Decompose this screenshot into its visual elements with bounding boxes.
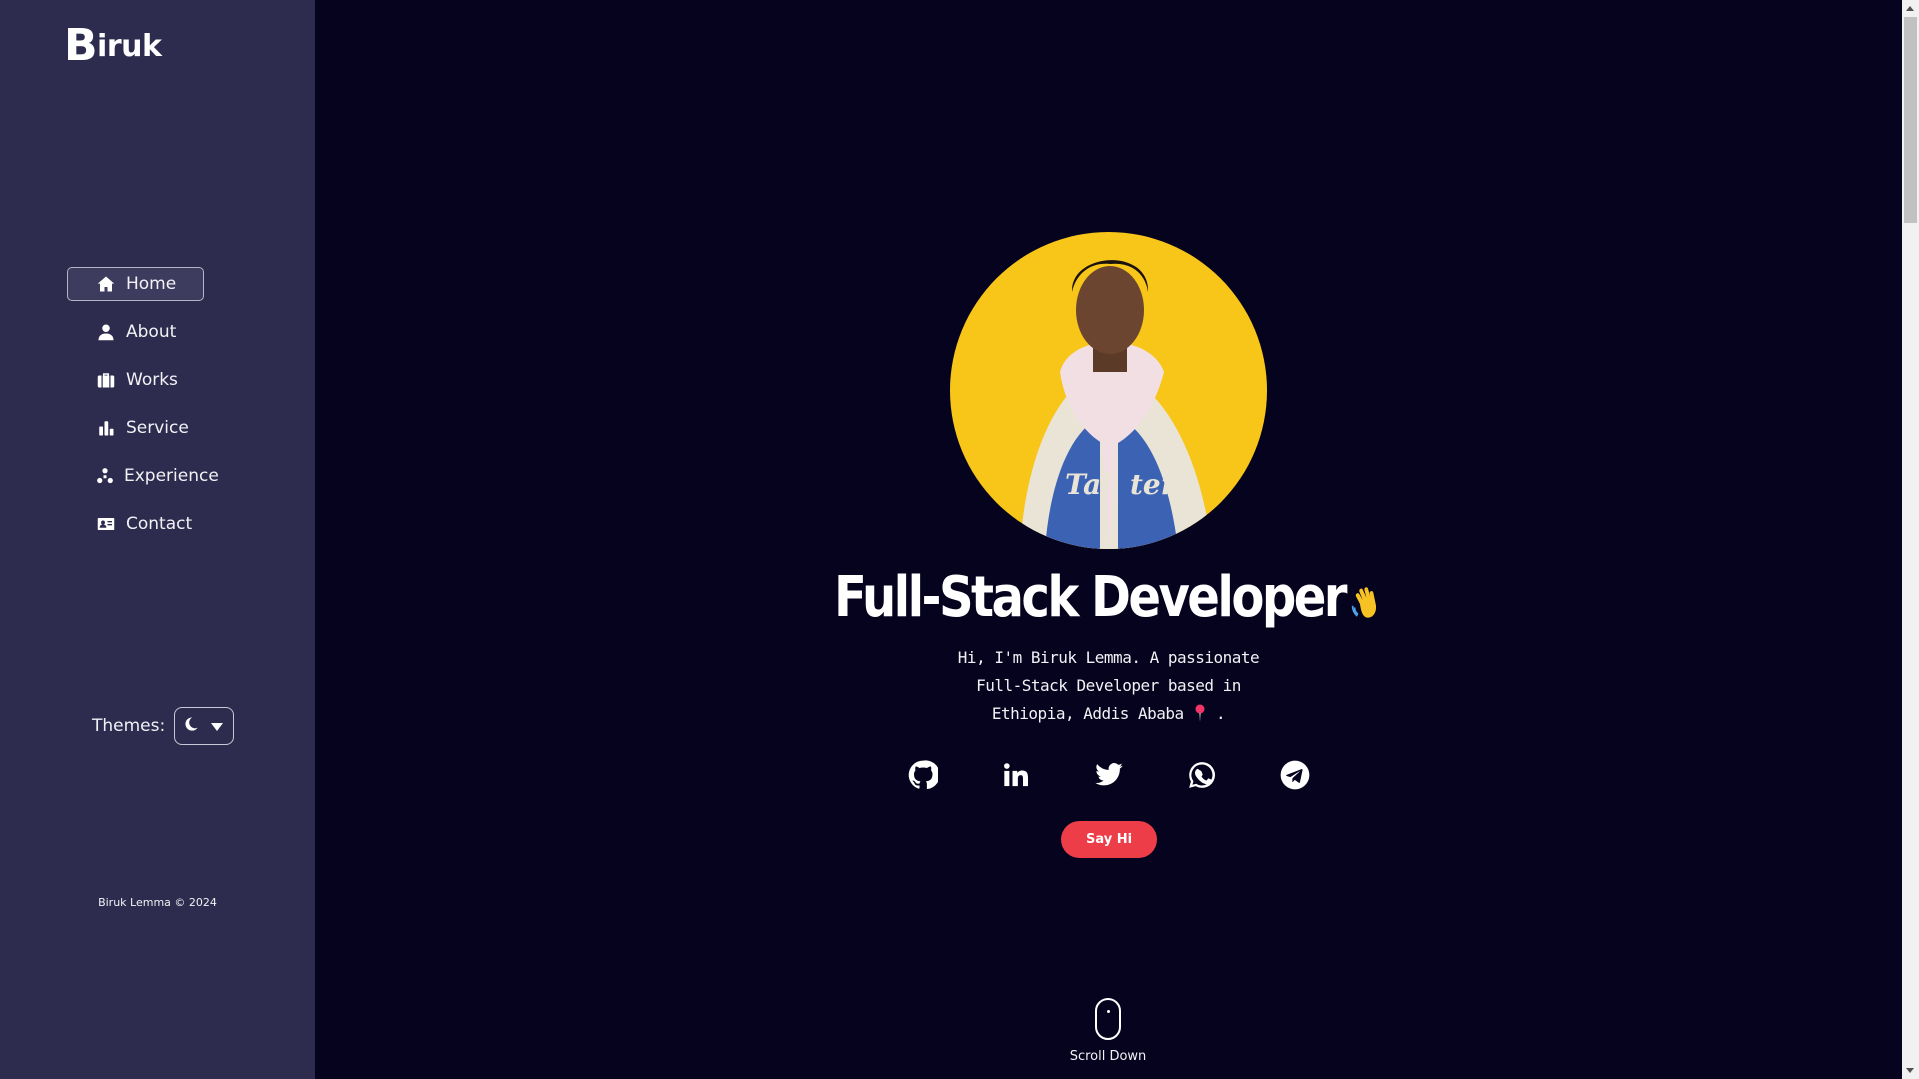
linkedin-link[interactable] bbox=[1000, 761, 1032, 793]
copyright: Biruk Lemma © 2024 bbox=[98, 896, 217, 909]
themes-label: Themes: bbox=[92, 716, 166, 736]
address-card-icon bbox=[96, 514, 116, 534]
telegram-icon bbox=[1280, 760, 1310, 795]
nav-menu: Home About Works Service Experience Cont… bbox=[67, 267, 219, 555]
github-icon bbox=[908, 759, 940, 795]
theme-switcher: Themes: bbox=[92, 707, 235, 745]
nav-item-contact[interactable]: Contact bbox=[67, 507, 204, 541]
twitter-link[interactable] bbox=[1093, 761, 1125, 793]
waving-hand-icon bbox=[1350, 569, 1383, 634]
nav-item-service[interactable]: Service bbox=[67, 411, 204, 445]
briefcase-icon bbox=[96, 370, 116, 390]
sitemap-icon bbox=[96, 466, 114, 486]
round-pushpin-icon bbox=[1193, 703, 1207, 731]
scroll-down-label: Scroll Down bbox=[1069, 1049, 1147, 1064]
logo-text: iruk bbox=[97, 29, 162, 64]
nav-item-about[interactable]: About bbox=[67, 315, 204, 349]
nav-item-label: Service bbox=[126, 418, 189, 438]
scroll-down[interactable]: Scroll Down bbox=[1058, 998, 1158, 1064]
logo-initial: B bbox=[64, 20, 98, 71]
profile-photo: Tal tery bbox=[950, 232, 1267, 549]
nav-item-label: Contact bbox=[126, 514, 193, 534]
social-links bbox=[907, 759, 1311, 795]
nav-item-label: About bbox=[126, 322, 177, 342]
hero-section: Tal tery Full-Stack Developer Hi, I'm Bi… bbox=[315, 0, 1902, 1079]
page-title: Full-Stack Developer bbox=[426, 565, 1791, 634]
headline-text: Full-Stack Developer bbox=[834, 565, 1348, 630]
svg-text:Tal: Tal bbox=[1065, 468, 1112, 501]
home-icon bbox=[96, 274, 116, 294]
nav-item-works[interactable]: Works bbox=[67, 363, 204, 397]
nav-item-label: Works bbox=[126, 370, 178, 390]
svg-text:tery: tery bbox=[1130, 468, 1194, 501]
intro-text: Hi, I'm Biruk Lemma. A passionate Full-S… bbox=[950, 644, 1267, 731]
mouse-icon bbox=[1095, 998, 1121, 1040]
say-hi-button[interactable]: Say Hi bbox=[1061, 821, 1157, 858]
sidebar: Biruk Home About Works Service Experienc… bbox=[0, 0, 315, 1079]
scroll-down-arrow-icon[interactable] bbox=[1906, 1068, 1914, 1073]
whatsapp-link[interactable] bbox=[1186, 761, 1218, 793]
moon-icon bbox=[183, 716, 199, 737]
vertical-scrollbar[interactable] bbox=[1902, 0, 1919, 1079]
twitter-icon bbox=[1094, 760, 1124, 795]
nav-item-home[interactable]: Home bbox=[67, 267, 204, 301]
intro-body: Hi, I'm Biruk Lemma. A passionate Full-S… bbox=[957, 648, 1260, 723]
whatsapp-icon bbox=[1188, 761, 1216, 794]
linkedin-icon bbox=[1002, 761, 1030, 794]
caret-down-icon bbox=[211, 716, 224, 736]
scroll-up-arrow-icon[interactable] bbox=[1906, 6, 1914, 11]
logo[interactable]: Biruk bbox=[64, 24, 162, 68]
nav-item-label: Experience bbox=[124, 466, 219, 486]
telegram-link[interactable] bbox=[1279, 760, 1311, 795]
user-icon bbox=[96, 322, 116, 342]
bar-chart-icon bbox=[96, 418, 116, 438]
nav-item-experience[interactable]: Experience bbox=[67, 459, 219, 493]
scrollbar-thumb[interactable] bbox=[1904, 17, 1917, 223]
theme-select[interactable] bbox=[174, 707, 235, 745]
nav-item-label: Home bbox=[126, 274, 177, 294]
github-link[interactable] bbox=[907, 759, 940, 795]
intro-suffix: . bbox=[1215, 704, 1226, 723]
